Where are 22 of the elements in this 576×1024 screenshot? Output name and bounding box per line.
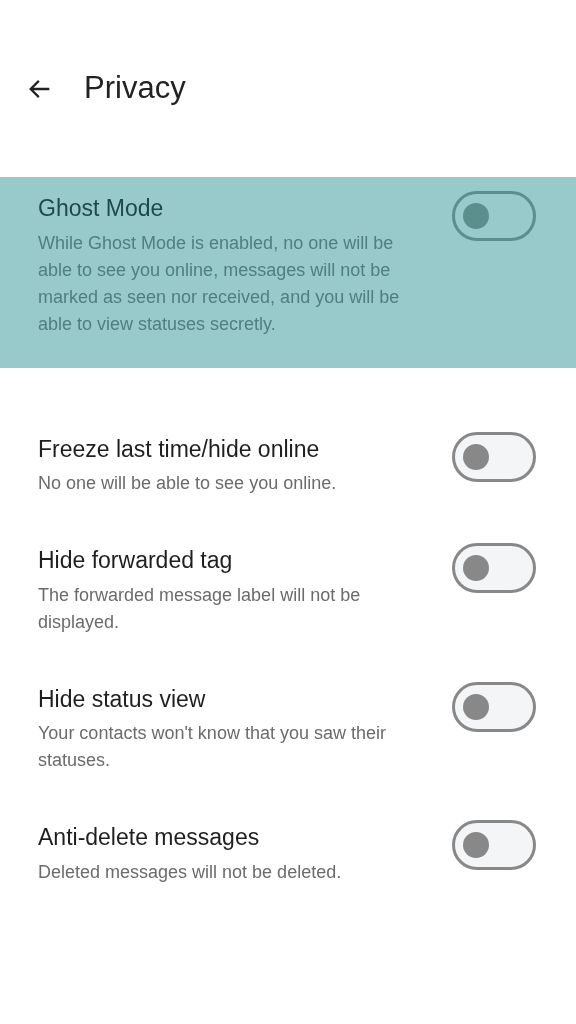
setting-description: The forwarded message label will not be displayed. (38, 583, 362, 634)
toggle-switch[interactable] (452, 543, 536, 593)
setting-title: Freeze last time/hide online (38, 434, 321, 464)
toggle-knob (463, 443, 489, 470)
toggle-switch[interactable] (452, 191, 536, 241)
setting-title: Anti-delete messages (38, 823, 261, 852)
toggle-switch[interactable] (452, 681, 536, 732)
setting-description: No one will be able to see you online. (38, 472, 338, 495)
page-title: Privacy (84, 69, 186, 108)
setting-title: Hide status view (38, 684, 207, 714)
setting-row[interactable]: Ghost Mode While Ghost Mode is enabled, no one will be able to see you online, messages will not be marked as seen nor received, and you will be able to view statuses secretly. (0, 177, 576, 368)
toggle-knob (463, 693, 489, 720)
toggle-knob (463, 555, 489, 581)
setting-description: While Ghost Mode is enabled, no one will be able to see you online, messages will not be marked as seen nor received, and you will be able to view statuses secretly. (38, 231, 401, 336)
setting-description: Your contacts won't know that you saw their statuses. (38, 722, 387, 772)
toggle-knob (463, 832, 489, 858)
toggle-switch[interactable] (452, 431, 536, 482)
setting-title: Hide forwarded tag (38, 546, 234, 575)
toggle-knob (463, 203, 489, 229)
setting-title: Ghost Mode (38, 194, 165, 223)
setting-description: Deleted messages will not be deleted. (38, 860, 343, 884)
toggle-switch[interactable] (452, 820, 536, 870)
